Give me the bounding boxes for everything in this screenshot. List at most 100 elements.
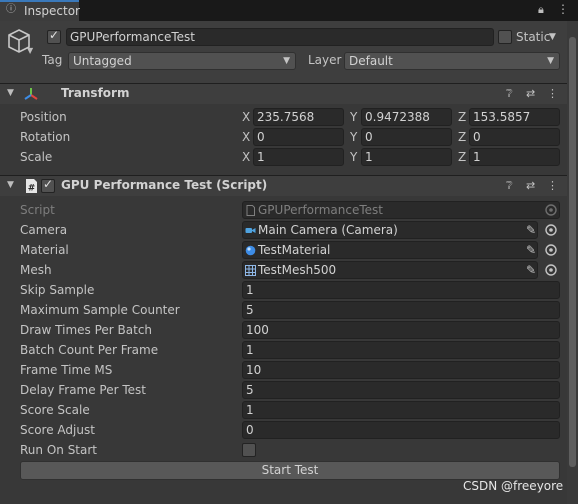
scale-z-field[interactable]: 1	[469, 148, 560, 166]
help-icon[interactable]: ❔︎	[506, 178, 513, 193]
static-label[interactable]: Static	[516, 30, 550, 45]
axis-y-label[interactable]: Y	[350, 130, 357, 145]
chevron-down-icon: ▼	[283, 56, 290, 66]
script-enabled-checkbox[interactable]: ✓	[41, 177, 55, 193]
tag-label: Tag	[42, 53, 63, 67]
frame-time-ms-field[interactable]: 10	[242, 361, 560, 379]
scrollbar-thumb[interactable]	[569, 37, 576, 467]
mesh-label: Mesh	[20, 263, 52, 277]
svg-text:#: #	[28, 184, 36, 194]
rotation-x-field[interactable]: 0	[253, 128, 344, 146]
skip-sample-label: Skip Sample	[20, 283, 95, 297]
maximum-sample-counter-field[interactable]: 5	[242, 301, 560, 319]
position-y-field[interactable]: 0.9472388	[361, 108, 452, 126]
rotation-y-field[interactable]: 0	[361, 128, 452, 146]
position-label: Position	[20, 110, 67, 124]
scale-x-field[interactable]: 1	[253, 148, 344, 166]
position-z-field[interactable]: 153.5857	[469, 108, 560, 126]
tab-inspector-label: Inspector	[24, 4, 80, 18]
camera-field[interactable]: Main Camera (Camera)	[242, 221, 538, 239]
kebab-menu-icon[interactable]: ⋮	[557, 2, 569, 16]
tab-inspector[interactable]: ⓘ Inspector	[0, 0, 80, 21]
axis-z-label[interactable]: Z	[458, 150, 466, 165]
scale-label: Scale	[20, 150, 53, 164]
axis-z-label[interactable]: Z	[458, 110, 466, 125]
check-icon: ✓	[49, 28, 60, 42]
score-adjust-field[interactable]: 0	[242, 421, 560, 439]
static-dropdown-icon[interactable]: ▼	[549, 30, 556, 45]
object-picker-icon[interactable]	[544, 223, 558, 237]
transform-axes-icon	[24, 88, 38, 100]
script-value: GPUPerformanceTest	[258, 203, 383, 217]
preset-icon[interactable]: ⇄	[526, 86, 535, 101]
score-scale-field[interactable]: 1	[242, 401, 560, 419]
watermark-text: CSDN @freeyore	[463, 479, 564, 493]
transform-title: Transform	[61, 86, 130, 100]
script-label: Script	[20, 203, 55, 217]
run-on-start-checkbox[interactable]	[242, 443, 256, 457]
script-component-title: GPU Performance Test (Script)	[61, 178, 268, 192]
tag-dropdown[interactable]: Untagged ▼	[68, 52, 296, 70]
csharp-script-icon: #	[26, 179, 37, 194]
script-component-header[interactable]: ▼ # ✓ GPU Performance Test (Script) ❔︎ ⇄…	[0, 175, 578, 196]
layer-dropdown[interactable]: Default ▼	[344, 52, 560, 70]
pencil-icon[interactable]: ✎	[526, 243, 540, 257]
object-picker-icon[interactable]	[544, 243, 558, 257]
start-test-button[interactable]: Start Test	[20, 461, 560, 480]
delay-frame-per-test-label: Delay Frame Per Test	[20, 383, 146, 397]
maximum-sample-counter-label: Maximum Sample Counter	[20, 303, 180, 317]
icon-dropdown-arrow-icon[interactable]: ▼	[27, 46, 33, 55]
axis-y-label[interactable]: Y	[350, 150, 357, 165]
transform-header[interactable]: ▼ Transform ❔︎ ⇄ ⋮	[0, 83, 578, 104]
position-x-field[interactable]: 235.7568	[253, 108, 344, 126]
help-icon[interactable]: ❔︎	[506, 86, 513, 101]
info-icon: ⓘ	[6, 4, 16, 15]
kebab-menu-icon[interactable]: ⋮	[547, 178, 558, 193]
mesh-field[interactable]: TestMesh500	[242, 261, 538, 279]
camera-value: Main Camera (Camera)	[258, 223, 398, 237]
script-file-icon	[246, 205, 255, 216]
axis-x-label[interactable]: X	[242, 130, 250, 145]
batch-count-per-frame-label: Batch Count Per Frame	[20, 343, 159, 357]
layer-label: Layer	[308, 53, 342, 67]
draw-times-per-batch-label: Draw Times Per Batch	[20, 323, 153, 337]
score-adjust-label: Score Adjust	[20, 423, 95, 437]
pencil-icon[interactable]: ✎	[526, 263, 540, 277]
mesh-grid-icon	[245, 265, 256, 276]
lock-icon[interactable]: 🔒︎	[538, 3, 544, 17]
gameobject-name-field[interactable]: GPUPerformanceTest	[66, 28, 494, 46]
rotation-label: Rotation	[20, 130, 71, 144]
axis-y-label[interactable]: Y	[350, 110, 357, 125]
static-checkbox[interactable]	[498, 30, 512, 44]
rotation-z-field[interactable]: 0	[469, 128, 560, 146]
axis-x-label[interactable]: X	[242, 110, 250, 125]
gameobject-header: ▼ ✓ GPUPerformanceTest Static ▼ Tag Unta…	[0, 21, 578, 83]
gameobject-active-checkbox[interactable]: ✓	[47, 28, 61, 44]
tab-bar: ⓘ Inspector 🔒︎ ⋮	[0, 0, 578, 21]
material-label: Material	[20, 243, 69, 257]
chevron-down-icon: ▼	[547, 56, 554, 66]
check-icon: ✓	[43, 177, 54, 191]
foldout-icon[interactable]: ▼	[7, 180, 14, 190]
foldout-icon[interactable]: ▼	[7, 88, 14, 98]
axis-z-label[interactable]: Z	[458, 130, 466, 145]
material-field[interactable]: TestMaterial	[242, 241, 538, 259]
delay-frame-per-test-field[interactable]: 5	[242, 381, 560, 399]
frame-time-ms-label: Frame Time MS	[20, 363, 113, 377]
axis-x-label[interactable]: X	[242, 150, 250, 165]
material-value: TestMaterial	[258, 243, 331, 257]
material-sphere-icon	[245, 245, 256, 256]
draw-times-per-batch-field[interactable]: 100	[242, 321, 560, 339]
object-picker-icon[interactable]	[544, 263, 558, 277]
preset-icon[interactable]: ⇄	[526, 178, 535, 193]
inspector-scrollbar[interactable]	[567, 21, 578, 504]
batch-count-per-frame-field[interactable]: 1	[242, 341, 560, 359]
kebab-menu-icon[interactable]: ⋮	[547, 86, 558, 101]
layer-value: Default	[349, 54, 393, 68]
tag-value: Untagged	[73, 54, 132, 68]
pencil-icon[interactable]: ✎	[526, 223, 540, 237]
object-picker-icon	[545, 204, 557, 216]
mesh-value: TestMesh500	[258, 263, 337, 277]
skip-sample-field[interactable]: 1	[242, 281, 560, 299]
scale-y-field[interactable]: 1	[361, 148, 452, 166]
